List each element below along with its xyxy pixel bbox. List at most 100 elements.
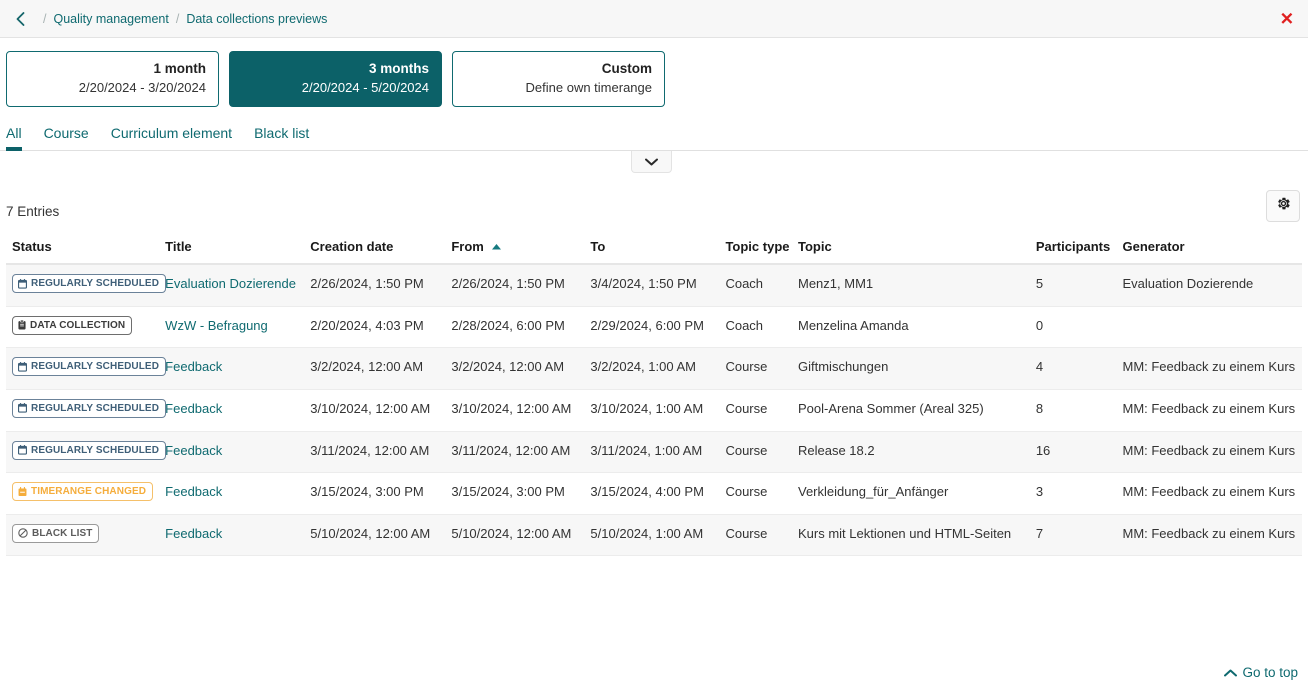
column-header-title[interactable]: Title xyxy=(159,232,304,264)
cell-participants: 5 xyxy=(1030,264,1117,306)
cell-to: 3/4/2024, 1:50 PM xyxy=(584,264,719,306)
cell-from: 3/11/2024, 12:00 AM xyxy=(445,431,584,473)
column-header-label: Creation date xyxy=(310,239,393,254)
column-header-generator[interactable]: Generator xyxy=(1116,232,1302,264)
cell-title: Feedback xyxy=(159,431,304,473)
tab-label: Curriculum element xyxy=(111,125,232,141)
sort-ascending-icon xyxy=(492,238,501,253)
calendar-icon xyxy=(18,279,27,289)
cell-status: REGULARLY SCHEDULED xyxy=(6,389,159,431)
cell-to: 3/15/2024, 4:00 PM xyxy=(584,473,719,515)
timerange-option-3-months[interactable]: 3 months 2/20/2024 - 5/20/2024 xyxy=(229,51,442,107)
back-icon[interactable] xyxy=(12,11,28,27)
tab-label: Course xyxy=(44,125,89,141)
cell-participants: 8 xyxy=(1030,389,1117,431)
tab-curriculum-element[interactable]: Curriculum element xyxy=(111,123,232,150)
tab-all[interactable]: All xyxy=(6,123,22,150)
tab-course[interactable]: Course xyxy=(44,123,89,150)
cell-topic-type: Coach xyxy=(719,306,792,348)
status-badge-label: BLACK LIST xyxy=(32,527,92,540)
timerange-option-title: 1 month xyxy=(154,61,207,78)
column-header-participants[interactable]: Participants xyxy=(1030,232,1117,264)
breadcrumb-item-quality-management[interactable]: Quality management xyxy=(53,12,168,26)
data-collection-title-link[interactable]: Evaluation Dozierende xyxy=(165,276,296,291)
data-collection-title-link[interactable]: WzW - Befragung xyxy=(165,318,268,333)
cell-topic-type: Course xyxy=(719,514,792,556)
table-row[interactable]: REGULARLY SCHEDULED Feedback 3/11/2024, 12… xyxy=(6,431,1302,473)
cell-generator: MM: Feedback zu einem Kurs xyxy=(1116,473,1302,515)
cell-generator: MM: Feedback zu einem Kurs xyxy=(1116,514,1302,556)
breadcrumb: / Quality management / Data collections … xyxy=(36,12,327,26)
timerange-option-subtitle: 2/20/2024 - 5/20/2024 xyxy=(302,80,429,96)
cell-title: Feedback xyxy=(159,473,304,515)
cell-generator: MM: Feedback zu einem Kurs xyxy=(1116,348,1302,390)
column-header-creation-date[interactable]: Creation date xyxy=(304,232,445,264)
status-badge: TIMERANGE CHANGED xyxy=(12,482,153,501)
breadcrumb-separator-0: / xyxy=(43,12,46,26)
cell-title: Feedback xyxy=(159,389,304,431)
column-header-label: Participants xyxy=(1036,239,1110,254)
table-row[interactable]: BLACK LISTFeedback5/10/2024, 12:00 AM5/1… xyxy=(6,514,1302,556)
cell-from: 2/26/2024, 1:50 PM xyxy=(445,264,584,306)
column-header-from[interactable]: From xyxy=(445,232,584,264)
table-row[interactable]: REGULARLY SCHEDULEDFeedback3/10/2024, 12… xyxy=(6,389,1302,431)
status-badge: DATA COLLECTION xyxy=(12,316,132,335)
status-badge-label: DATA COLLECTION xyxy=(30,319,125,332)
table-settings-button[interactable] xyxy=(1266,190,1300,222)
close-icon[interactable]: ✕ xyxy=(1280,10,1294,27)
gear-icon xyxy=(1276,196,1291,216)
table-row[interactable]: REGULARLY SCHEDULEDFeedback3/2/2024, 12:… xyxy=(6,348,1302,390)
cell-participants: 7 xyxy=(1030,514,1117,556)
expand-filters-button[interactable] xyxy=(631,151,672,173)
cell-status: REGULARLY SCHEDULED xyxy=(6,431,159,473)
tab-black-list[interactable]: Black list xyxy=(254,123,309,150)
cell-creation-date: 3/2/2024, 12:00 AM xyxy=(304,348,445,390)
cell-participants: 3 xyxy=(1030,473,1117,515)
column-header-label: From xyxy=(451,239,484,254)
column-header-status[interactable]: Status xyxy=(6,232,159,264)
breadcrumb-item-data-collections-previews[interactable]: Data collections previews xyxy=(186,12,327,26)
data-collection-title-link[interactable]: Feedback xyxy=(165,484,222,499)
cell-participants: 4 xyxy=(1030,348,1117,390)
table-body: REGULARLY SCHEDULED Evaluation Dozierende… xyxy=(6,264,1302,556)
data-collection-title-link[interactable]: Feedback xyxy=(165,401,222,416)
cell-topic-type: Course xyxy=(719,389,792,431)
timerange-option-title: 3 months xyxy=(369,61,429,78)
column-header-topic-type[interactable]: Topic type xyxy=(719,232,792,264)
status-badge-label: REGULARLY SCHEDULED xyxy=(31,444,159,457)
table-row[interactable]: TIMERANGE CHANGED Feedback 3/15/2024, 3:00… xyxy=(6,473,1302,515)
status-badge-label: TIMERANGE CHANGED xyxy=(31,485,146,498)
data-collection-title-link[interactable]: Feedback xyxy=(165,526,222,541)
calendar-icon xyxy=(18,362,27,372)
filter-tabs: All Course Curriculum element Black list xyxy=(0,123,1308,151)
clipboard-icon xyxy=(18,320,26,330)
cell-topic-type: Coach xyxy=(719,264,792,306)
data-collection-title-link[interactable]: Feedback xyxy=(165,443,222,458)
cell-topic: Kurs mit Lektionen und HTML-Seiten xyxy=(792,514,1030,556)
table-toolbar: 7 Entries xyxy=(0,190,1308,232)
status-badge: REGULARLY SCHEDULED xyxy=(12,399,166,418)
go-to-top-link[interactable]: Go to top xyxy=(1224,665,1298,680)
cell-to: 3/10/2024, 1:00 AM xyxy=(584,389,719,431)
table-row[interactable]: REGULARLY SCHEDULED Evaluation Dozierende… xyxy=(6,264,1302,306)
timerange-option-1-month[interactable]: 1 month 2/20/2024 - 3/20/2024 xyxy=(6,51,219,107)
table-header-row: Status Title Creation date From To Topic… xyxy=(6,232,1302,264)
column-header-to[interactable]: To xyxy=(584,232,719,264)
cell-status: REGULARLY SCHEDULED xyxy=(6,348,159,390)
status-badge: REGULARLY SCHEDULED xyxy=(12,357,166,376)
cell-creation-date: 3/15/2024, 3:00 PM xyxy=(304,473,445,515)
timerange-option-custom[interactable]: Custom Define own timerange xyxy=(452,51,665,107)
cell-creation-date: 3/11/2024, 12:00 AM xyxy=(304,431,445,473)
cell-creation-date: 5/10/2024, 12:00 AM xyxy=(304,514,445,556)
column-header-topic[interactable]: Topic xyxy=(792,232,1030,264)
column-header-label: Status xyxy=(12,239,52,254)
table-row[interactable]: DATA COLLECTIONWzW - Befragung2/20/2024,… xyxy=(6,306,1302,348)
status-badge: REGULARLY SCHEDULED xyxy=(12,441,166,460)
status-badge: BLACK LIST xyxy=(12,524,99,543)
cell-to: 3/11/2024, 1:00 AM xyxy=(584,431,719,473)
data-collection-title-link[interactable]: Feedback xyxy=(165,359,222,374)
status-badge-label: REGULARLY SCHEDULED xyxy=(31,277,159,290)
go-to-top-label: Go to top xyxy=(1242,665,1298,680)
status-badge: REGULARLY SCHEDULED xyxy=(12,274,166,293)
column-header-label: To xyxy=(590,239,605,254)
